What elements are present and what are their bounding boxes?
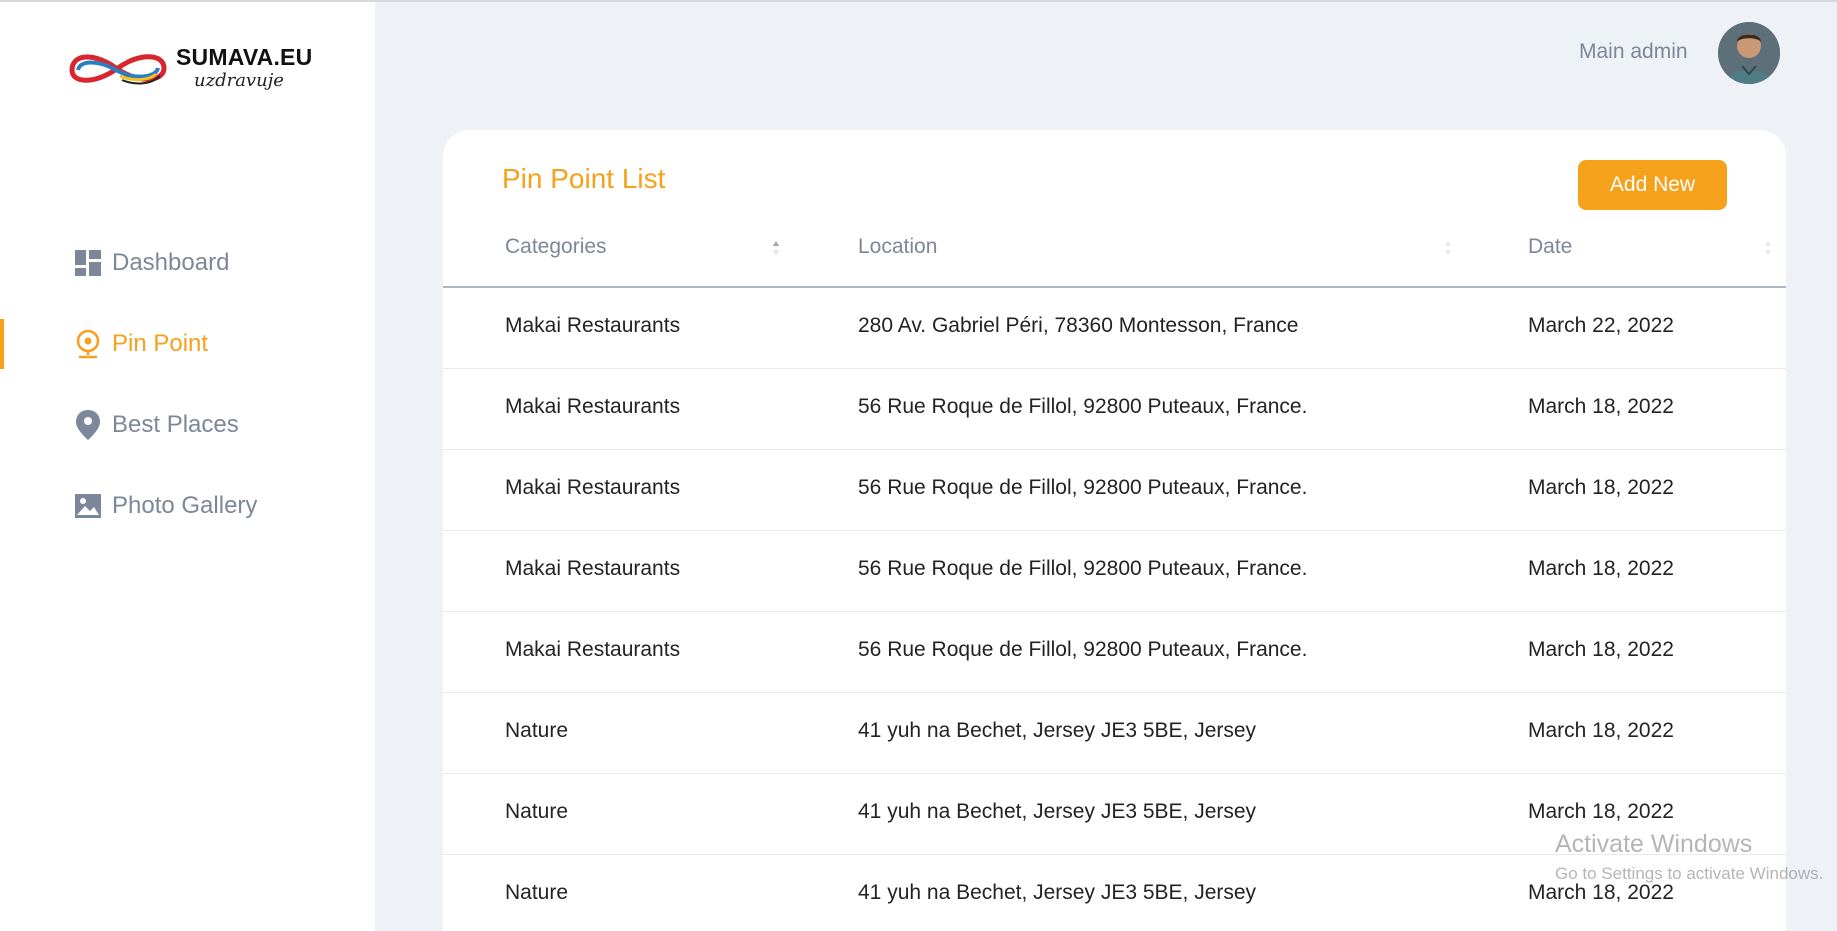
image-icon xyxy=(74,491,101,521)
user-avatar-icon xyxy=(1718,22,1780,84)
brand-title: SUMAVA.EU xyxy=(176,44,313,70)
column-header-date[interactable]: Date xyxy=(1528,235,1572,259)
activate-windows-title: Activate Windows xyxy=(1555,830,1753,858)
sidebar-item-dashboard[interactable]: Dashboard xyxy=(0,238,375,288)
map-marker-icon xyxy=(74,410,101,440)
brand-subtitle: uzdravuje xyxy=(194,70,284,91)
cell-category: Nature xyxy=(505,719,569,742)
sidebar-item-pin-point[interactable]: Pin Point xyxy=(0,319,375,369)
sidebar-item-label: Best Places xyxy=(112,411,239,438)
cell-category: Makai Restaurants xyxy=(505,557,681,580)
cell-category: Nature xyxy=(505,800,569,823)
sidebar-nav: Dashboard Pin Point Best Places Photo Ga… xyxy=(0,238,375,562)
dashboard-icon xyxy=(74,248,101,278)
cell-location: 41 yuh na Bechet, Jersey JE3 5BE, Jersey xyxy=(858,881,1257,904)
cell-location: 41 yuh na Bechet, Jersey JE3 5BE, Jersey xyxy=(858,800,1257,823)
brand-logo[interactable]: SUMAVA.EU uzdravuje xyxy=(64,42,324,98)
table-row[interactable]: Nature 41 yuh na Bechet, Jersey JE3 5BE,… xyxy=(443,693,1786,774)
page-title: Pin Point List xyxy=(502,163,666,194)
sidebar-item-label: Pin Point xyxy=(112,330,209,357)
table-row[interactable]: Makai Restaurants 56 Rue Roque de Fillol… xyxy=(443,612,1786,693)
activate-windows-hint: Go to Settings to activate Windows. xyxy=(1555,864,1824,883)
table-row[interactable]: Makai Restaurants 56 Rue Roque de Fillol… xyxy=(443,531,1786,612)
sidebar-item-photo-gallery[interactable]: Photo Gallery xyxy=(0,481,375,531)
cell-location: 56 Rue Roque de Fillol, 92800 Puteaux, F… xyxy=(858,395,1308,418)
cell-date: March 18, 2022 xyxy=(1528,638,1674,661)
cell-category: Makai Restaurants xyxy=(505,476,681,499)
add-new-button[interactable]: Add New xyxy=(1578,160,1727,210)
cell-date: March 18, 2022 xyxy=(1528,395,1674,418)
sidebar-item-label: Dashboard xyxy=(112,249,230,276)
sort-icon[interactable] xyxy=(1764,240,1772,256)
cell-category: Makai Restaurants xyxy=(505,395,681,418)
cell-date: March 18, 2022 xyxy=(1528,881,1674,904)
infinity-logo-icon xyxy=(69,54,167,85)
location-pin-icon xyxy=(74,329,101,359)
cell-location: 56 Rue Roque de Fillol, 92800 Puteaux, F… xyxy=(858,557,1308,580)
table-row[interactable]: Makai Restaurants 56 Rue Roque de Fillol… xyxy=(443,450,1786,531)
column-header-categories[interactable]: Categories xyxy=(505,235,607,259)
cell-date: March 22, 2022 xyxy=(1528,314,1674,337)
column-header-location[interactable]: Location xyxy=(858,235,937,259)
sort-icon[interactable] xyxy=(1444,240,1452,256)
sidebar-item-best-places[interactable]: Best Places xyxy=(0,400,375,450)
cell-date: March 18, 2022 xyxy=(1528,557,1674,580)
cell-location: 56 Rue Roque de Fillol, 92800 Puteaux, F… xyxy=(858,476,1308,499)
cell-date: March 18, 2022 xyxy=(1528,476,1674,499)
pin-point-card: Pin Point List Add New Categories Locati… xyxy=(443,130,1786,931)
table-row[interactable]: Makai Restaurants 56 Rue Roque de Fillol… xyxy=(443,369,1786,450)
table-header: Categories Location Date xyxy=(443,220,1786,288)
sort-asc-icon[interactable] xyxy=(772,240,780,256)
cell-category: Makai Restaurants xyxy=(505,314,681,337)
cell-location: 41 yuh na Bechet, Jersey JE3 5BE, Jersey xyxy=(858,719,1257,742)
cell-category: Makai Restaurants xyxy=(505,638,681,661)
pin-point-table: Categories Location Date Makai Restauran… xyxy=(443,220,1786,931)
user-name[interactable]: Main admin xyxy=(1579,40,1688,64)
cell-category: Nature xyxy=(505,881,569,904)
table-row[interactable]: Makai Restaurants 280 Av. Gabriel Péri, … xyxy=(443,288,1786,369)
sidebar: SUMAVA.EU uzdravuje Dashboard Pin Point … xyxy=(0,2,375,931)
cell-location: 56 Rue Roque de Fillol, 92800 Puteaux, F… xyxy=(858,638,1308,661)
avatar[interactable] xyxy=(1718,22,1780,84)
cell-location: 280 Av. Gabriel Péri, 78360 Montesson, F… xyxy=(858,314,1299,337)
cell-date: March 18, 2022 xyxy=(1528,719,1674,742)
sidebar-item-label: Photo Gallery xyxy=(112,492,258,519)
cell-date: March 18, 2022 xyxy=(1528,800,1674,823)
